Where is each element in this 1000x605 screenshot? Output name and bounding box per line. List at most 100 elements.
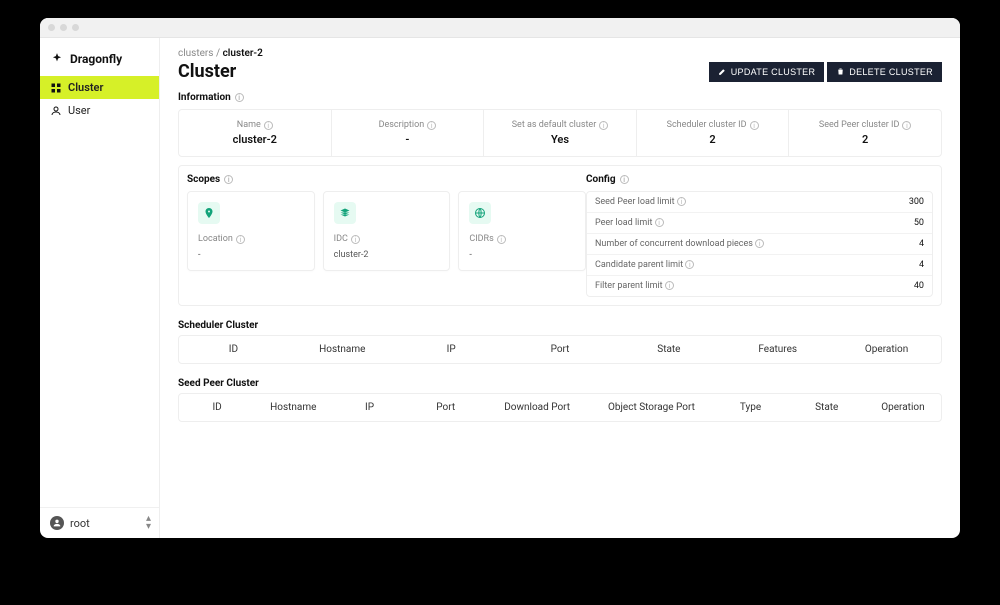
user-menu-toggle-icon[interactable]: ▴▾ — [146, 515, 151, 531]
sidebar-item-user[interactable]: User — [40, 99, 159, 122]
config-row-seed-load: Seed Peer load limit i 300 — [587, 192, 932, 213]
config-row-filter: Filter parent limit i 40 — [587, 276, 932, 296]
information-label: Information i — [178, 92, 942, 103]
th-state: State — [789, 402, 865, 413]
scopes-column: Scopesi Locationi - IDCi cluster-2 — [187, 174, 586, 297]
th-hostname: Hostname — [255, 402, 331, 413]
th-object-storage-port: Object Storage Port — [591, 402, 713, 413]
scopes-config-row: Scopesi Locationi - IDCi cluster-2 — [178, 165, 942, 306]
avatar-icon — [52, 518, 62, 528]
scheduler-cluster-title: Scheduler Cluster — [178, 320, 942, 331]
breadcrumb-root[interactable]: clusters — [178, 48, 213, 59]
scope-value-location: - — [198, 250, 304, 260]
config-value: 4 — [919, 239, 924, 249]
th-operation: Operation — [832, 344, 941, 355]
location-icon — [198, 202, 220, 224]
th-download-port: Download Port — [484, 402, 591, 413]
th-hostname: Hostname — [288, 344, 397, 355]
config-value: 300 — [909, 197, 924, 207]
info-icon[interactable]: i — [427, 121, 436, 130]
cluster-icon — [50, 82, 62, 94]
scope-value-idc: cluster-2 — [334, 250, 440, 260]
delete-cluster-label: DELETE CLUSTER — [849, 67, 933, 77]
information-panel: Namei cluster-2 Descriptioni - Set as de… — [178, 109, 942, 157]
sidebar-item-cluster[interactable]: Cluster — [40, 76, 159, 99]
scope-card-cidrs: CIDRsi - — [458, 191, 586, 271]
sidebar-user[interactable]: root ▴▾ — [40, 507, 159, 538]
info-value-scheduler-id: 2 — [641, 133, 785, 146]
info-icon[interactable]: i — [655, 218, 664, 227]
info-value-description: - — [336, 133, 480, 146]
info-icon[interactable]: i — [264, 121, 273, 130]
config-column: Configi Seed Peer load limit i 300 Peer … — [586, 174, 933, 297]
th-port: Port — [408, 402, 484, 413]
config-row-peer-load: Peer load limit i 50 — [587, 213, 932, 234]
info-icon[interactable]: i — [677, 197, 686, 206]
app-window: Dragonfly Cluster User root ▴▾ clusters — [40, 18, 960, 538]
info-value-name: cluster-2 — [183, 133, 327, 146]
sidebar-item-label: User — [68, 104, 90, 117]
current-user-name: root — [70, 517, 90, 530]
th-ip: IP — [331, 402, 407, 413]
info-icon[interactable]: i — [755, 239, 764, 248]
layers-icon — [334, 202, 356, 224]
info-cell-default: Set as default clusteri Yes — [484, 110, 637, 156]
scope-card-location: Locationi - — [187, 191, 315, 271]
info-icon[interactable]: i — [665, 281, 674, 290]
update-cluster-label: UPDATE CLUSTER — [731, 67, 816, 77]
pencil-icon — [718, 67, 727, 76]
network-icon — [469, 202, 491, 224]
th-id: ID — [179, 344, 288, 355]
action-buttons: UPDATE CLUSTER DELETE CLUSTER — [709, 62, 942, 82]
info-value-default: Yes — [488, 133, 632, 146]
info-cell-description: Descriptioni - — [332, 110, 485, 156]
info-icon[interactable]: i — [224, 175, 233, 184]
config-value: 40 — [914, 281, 924, 291]
th-features: Features — [723, 344, 832, 355]
th-port: Port — [506, 344, 615, 355]
info-icon[interactable]: i — [497, 235, 506, 244]
config-row-candidate: Candidate parent limit i 4 — [587, 255, 932, 276]
th-id: ID — [179, 402, 255, 413]
info-value-seed-id: 2 — [793, 133, 937, 146]
info-icon[interactable]: i — [750, 121, 759, 130]
config-list: Seed Peer load limit i 300 Peer load lim… — [586, 191, 933, 297]
th-type: Type — [712, 402, 788, 413]
window-titlebar — [40, 18, 960, 38]
brand-label: Dragonfly — [70, 52, 122, 66]
main-content: clusters / cluster-2 Cluster UPDATE CLUS… — [160, 38, 960, 538]
breadcrumb-current: cluster-2 — [223, 48, 263, 59]
info-icon[interactable]: i — [599, 121, 608, 130]
dragonfly-logo-icon — [50, 52, 64, 66]
th-state: State — [614, 344, 723, 355]
info-cell-seed-id: Seed Peer cluster IDi 2 — [789, 110, 941, 156]
info-icon[interactable]: i — [685, 260, 694, 269]
delete-cluster-button[interactable]: DELETE CLUSTER — [827, 62, 942, 82]
brand[interactable]: Dragonfly — [40, 46, 159, 76]
update-cluster-button[interactable]: UPDATE CLUSTER — [709, 62, 825, 82]
th-operation: Operation — [865, 402, 941, 413]
info-icon[interactable]: i — [351, 235, 360, 244]
breadcrumb: clusters / cluster-2 — [178, 48, 942, 59]
window-dot — [48, 24, 55, 31]
info-icon[interactable]: i — [620, 175, 629, 184]
scope-value-cidrs: - — [469, 250, 575, 260]
sidebar: Dragonfly Cluster User root ▴▾ — [40, 38, 160, 538]
breadcrumb-separator: / — [216, 48, 223, 59]
scheduler-cluster-table-header: ID Hostname IP Port State Features Opera… — [178, 335, 942, 364]
info-icon[interactable]: i — [235, 93, 244, 102]
user-icon — [50, 105, 62, 117]
info-icon[interactable]: i — [236, 235, 245, 244]
trash-icon — [836, 67, 845, 76]
config-row-pieces: Number of concurrent download pieces i 4 — [587, 234, 932, 255]
avatar — [50, 516, 64, 530]
window-dot — [72, 24, 79, 31]
config-value: 50 — [914, 218, 924, 228]
info-icon[interactable]: i — [902, 121, 911, 130]
seed-peer-cluster-table-header: ID Hostname IP Port Download Port Object… — [178, 393, 942, 422]
seed-peer-cluster-title: Seed Peer Cluster — [178, 378, 942, 389]
page-title: Cluster — [178, 61, 236, 82]
sidebar-item-label: Cluster — [68, 81, 103, 94]
window-dot — [60, 24, 67, 31]
config-value: 4 — [919, 260, 924, 270]
